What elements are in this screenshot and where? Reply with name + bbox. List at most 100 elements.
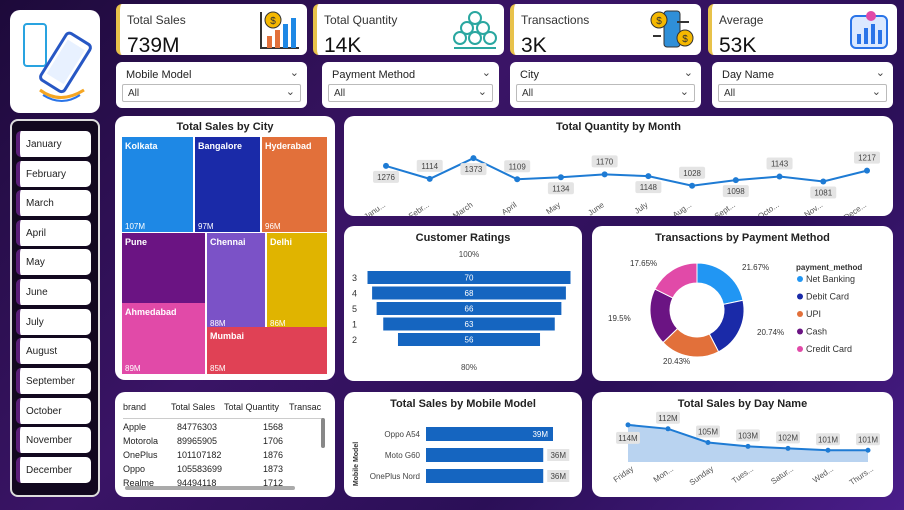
slicer-day-name[interactable]: Day Name ⌄ All ⌄ (712, 62, 893, 108)
table-header: brand Total Sales Total Quantity Transac (123, 402, 333, 414)
table-header-cell[interactable]: brand (123, 402, 146, 412)
chevron-down-icon[interactable]: ⌄ (290, 66, 299, 79)
data-label: 101M (858, 435, 878, 444)
x-tick-label: Wed... (811, 464, 835, 485)
treemap-value: 85M (210, 364, 226, 373)
slicer-dropdown[interactable]: All ⌄ (328, 84, 493, 102)
month-item-october[interactable]: October (16, 398, 91, 424)
ratings-chart: 100% 80% 70 3 68 4 66 5 63 1 56 2 (352, 250, 571, 372)
table-cell: 84776303 (177, 422, 218, 432)
slicer-city[interactable]: City ⌄ All ⌄ (510, 62, 701, 108)
data-label: 1134 (552, 184, 570, 193)
bar-chart-icon (850, 11, 888, 49)
data-label: 68 (465, 289, 474, 298)
mobile-model-card: Total Sales by Mobile Model Mobile Model… (344, 392, 582, 497)
logo-panel (10, 10, 100, 113)
mobile-logo-icon (23, 23, 92, 102)
slicer-dropdown[interactable]: All ⌄ (718, 84, 887, 102)
treemap-label: Ahmedabad (125, 307, 177, 317)
chevron-down-icon[interactable]: ⌄ (482, 66, 491, 79)
chevron-down-icon[interactable]: ⌄ (876, 66, 885, 79)
top-label: 100% (459, 250, 479, 259)
day-area-chart: 114M Friday 112M Mon... 105M Sunday 103M Tues..… (612, 411, 880, 487)
data-point (470, 155, 477, 162)
month-item-june[interactable]: June (16, 279, 91, 305)
treemap-value: 86M (270, 319, 286, 328)
data-point (557, 174, 564, 181)
slicer-mobile-model[interactable]: Mobile Model ⌄ All ⌄ (116, 62, 307, 108)
month-item-march[interactable]: March (16, 190, 91, 216)
data-label: 112M (658, 414, 678, 423)
data-label: 101M (818, 435, 838, 444)
table-header-cell[interactable]: Transac (289, 402, 321, 412)
chevron-down-icon[interactable]: ⌄ (872, 85, 881, 98)
data-label: 19.5% (608, 314, 631, 323)
month-item-november[interactable]: November (16, 427, 91, 453)
data-point (865, 447, 871, 453)
treemap-cell (207, 233, 265, 329)
horizontal-scrollbar[interactable] (125, 486, 295, 490)
legend-marker (797, 311, 803, 317)
data-label: 1081 (814, 189, 832, 198)
legend-title: payment_method (796, 263, 862, 272)
x-tick-label: Aug... (671, 200, 693, 216)
treemap-cell (267, 233, 327, 329)
slicer-payment-method[interactable]: Payment Method ⌄ All ⌄ (322, 62, 499, 108)
data-label: 36M (550, 451, 566, 460)
data-point (665, 426, 671, 432)
bar (426, 448, 544, 462)
data-label: 66 (465, 305, 474, 314)
x-tick-label: Tues... (730, 464, 755, 485)
x-tick-label: Dece... (842, 200, 868, 216)
legend-marker (797, 276, 803, 282)
table-header-cell[interactable]: Total Sales (171, 402, 215, 412)
brand-table-card: brand Total Sales Total Quantity Transac… (115, 392, 335, 497)
treemap-value: 107M (125, 222, 145, 231)
legend-label: Debit Card (806, 292, 849, 302)
table-cell: Motorola (123, 436, 159, 446)
mobile-model-bar-chart: Mobile Model Oppo A54 39M Moto G60 36M OnePlu… (353, 427, 570, 486)
svg-text:$: $ (682, 34, 688, 45)
month-item-december[interactable]: December (16, 457, 91, 483)
x-tick-label: May (545, 200, 563, 216)
month-item-may[interactable]: May (16, 249, 91, 275)
chevron-down-icon[interactable]: ⌄ (286, 85, 295, 98)
month-item-august[interactable]: August (16, 338, 91, 364)
vertical-scrollbar[interactable] (321, 418, 325, 448)
table-header-cell[interactable]: Total Quantity (224, 402, 279, 412)
data-label: 1109 (509, 162, 527, 171)
legend-marker (797, 328, 803, 335)
chevron-down-icon[interactable]: ⌄ (684, 66, 693, 79)
treemap-value: 89M (125, 364, 141, 373)
kpi-label: Total Quantity (324, 13, 398, 27)
data-label: 1028 (683, 169, 701, 178)
data-point (514, 176, 521, 183)
legend-label: Net Banking (806, 274, 855, 284)
stacked-coins-icon (453, 11, 497, 49)
chevron-down-icon[interactable]: ⌄ (680, 85, 689, 98)
month-item-april[interactable]: April (16, 220, 91, 246)
table-cell: OnePlus (123, 450, 158, 460)
table-cell: Apple (123, 422, 147, 432)
data-point (776, 173, 783, 180)
donut-slice (696, 262, 744, 305)
day-name-card: Total Sales by Day Name 114M Friday 112M Mo… (592, 392, 893, 497)
treemap-value: 97M (198, 222, 214, 231)
month-item-september[interactable]: September (16, 368, 91, 394)
month-item-february[interactable]: February (16, 161, 91, 187)
x-tick-label: March (451, 200, 474, 216)
table-cell: 1706 (263, 436, 284, 446)
ratings-card: Customer Ratings 100% 80% 70 3 68 4 66 5 63 1 56 2 (344, 226, 582, 381)
slicer-dropdown[interactable]: All ⌄ (122, 84, 301, 102)
kpi-total-quantity: Total Quantity 14K (313, 4, 504, 57)
legend-label: UPI (806, 309, 821, 319)
legend-marker (797, 346, 803, 352)
month-item-january[interactable]: January (16, 131, 91, 157)
slicer-dropdown[interactable]: All ⌄ (516, 84, 695, 102)
y-tick-label: 2 (352, 335, 357, 345)
data-point (625, 422, 631, 428)
x-tick-label: Janu... (362, 200, 387, 216)
chevron-down-icon[interactable]: ⌄ (478, 85, 487, 98)
month-item-july[interactable]: July (16, 309, 91, 335)
data-point (645, 173, 652, 180)
